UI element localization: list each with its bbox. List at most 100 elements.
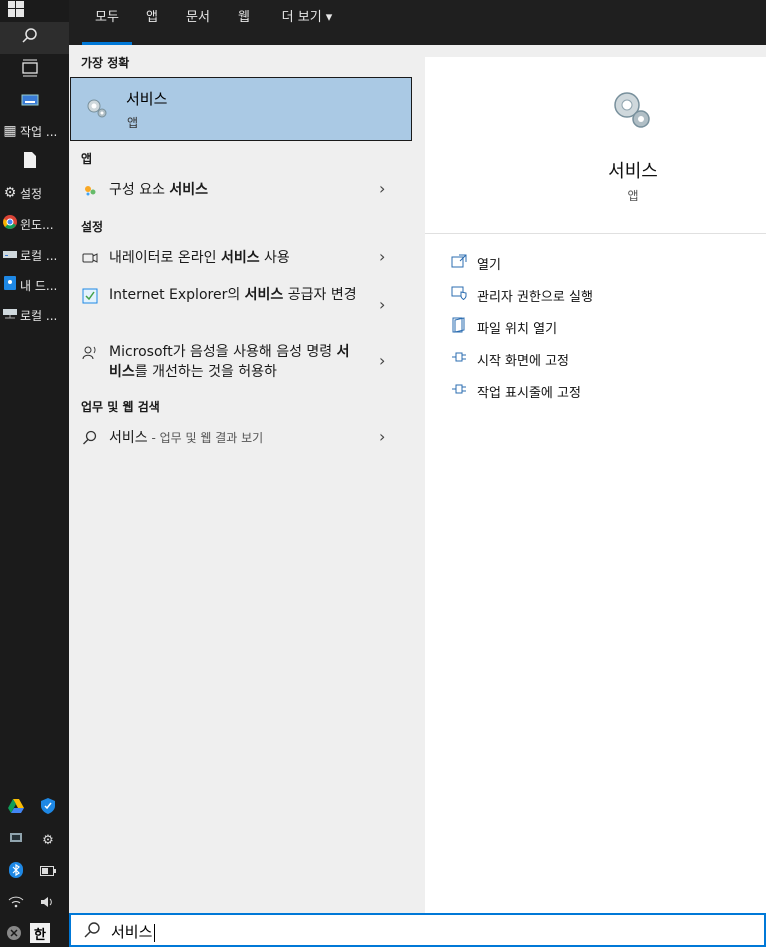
- services-large-icon: [610, 87, 654, 135]
- result-label: Microsoft가 음성을 사용해 음성 명령 서비스를 개선하는 것을 허용…: [109, 344, 350, 380]
- search-box[interactable]: 서비스: [69, 913, 766, 947]
- taskbar-item-local-drive-1[interactable]: 로컬 ...: [0, 239, 69, 271]
- taskbar-item-file[interactable]: [0, 146, 69, 178]
- detail-title: 서비스: [608, 161, 658, 182]
- action-label: 파일 위치 열기: [477, 321, 558, 337]
- chevron-right-icon: ›: [379, 247, 386, 266]
- windows-start-button[interactable]: [0, 0, 69, 22]
- start-search-window: ▦ 작업 ... ⚙ 설정 윈도... 로컬 ... 내 드... 로컬 ...…: [0, 0, 766, 947]
- action-label: 시작 화면에 고정: [477, 353, 569, 369]
- battery-icon: [40, 865, 56, 880]
- best-match-header: 가장 정확: [81, 56, 130, 70]
- speaker-icon: [40, 895, 56, 913]
- best-match-subtitle: 앱: [127, 116, 139, 130]
- result-label: 구성 요소 서비스: [109, 182, 209, 198]
- wifi-icon: [8, 895, 24, 913]
- gear-icon: ⚙: [3, 185, 17, 201]
- taskbar-item-my-drive[interactable]: 내 드...: [0, 269, 69, 301]
- network-drive-icon: [0, 307, 20, 323]
- services-icon: [85, 96, 109, 124]
- task-view-icon: [0, 59, 60, 81]
- tab-documents[interactable]: 문서: [181, 0, 215, 45]
- panel-gutter: [413, 45, 425, 913]
- gears-icon: ⚙: [42, 832, 54, 848]
- task-manager-icon: ▦: [3, 123, 17, 139]
- result-label: Internet Explorer의 서비스 공급자 변경: [109, 287, 357, 303]
- taskbar-item-task-manager[interactable]: ▦ 작업 ...: [0, 115, 69, 147]
- keyboard-icon: [0, 94, 60, 110]
- this-pc-icon: [0, 276, 20, 294]
- tab-more[interactable]: 더 보기 ▾: [275, 0, 339, 45]
- taskbar: ▦ 작업 ... ⚙ 설정 윈도... 로컬 ... 내 드... 로컬 ...…: [0, 0, 69, 947]
- tab-all[interactable]: 모두: [82, 0, 132, 45]
- tab-web[interactable]: 웹: [233, 0, 255, 45]
- action-open-file-location[interactable]: 파일 위치 열기: [449, 316, 557, 338]
- best-match-title: 서비스: [126, 90, 168, 108]
- display-tray[interactable]: [4, 828, 28, 852]
- result-speech-services[interactable]: Microsoft가 음성을 사용해 음성 명령 서비스를 개선하는 것을 허용…: [69, 339, 413, 387]
- chevron-right-icon: ›: [379, 351, 386, 370]
- action-label: 열기: [477, 257, 501, 273]
- narrator-icon: [81, 249, 99, 267]
- search-icon: [83, 921, 101, 943]
- action-run-as-admin[interactable]: 관리자 권한으로 실행: [449, 284, 593, 306]
- search-input[interactable]: 서비스: [111, 921, 156, 942]
- drive-icon: [0, 247, 20, 263]
- touch-keyboard-button[interactable]: [0, 86, 69, 118]
- settings-tray[interactable]: ⚙: [36, 828, 60, 852]
- result-ie-service-providers[interactable]: Internet Explorer의 서비스 공급자 변경 ›: [69, 283, 413, 331]
- chevron-right-icon: ›: [379, 427, 386, 446]
- tab-apps[interactable]: 앱: [140, 0, 164, 45]
- wifi-tray[interactable]: [4, 892, 28, 916]
- battery-tray[interactable]: [36, 860, 60, 884]
- text-caret: [154, 923, 156, 942]
- google-drive-tray[interactable]: [4, 796, 28, 820]
- close-tray[interactable]: [2, 923, 26, 947]
- chrome-icon: [0, 215, 20, 233]
- pin-icon: [449, 351, 469, 367]
- speech-icon: [81, 343, 99, 361]
- settings-header: 설정: [81, 220, 104, 234]
- chevron-right-icon: ›: [379, 295, 386, 314]
- search-icon: [81, 429, 99, 447]
- web-search-term: 서비스: [109, 430, 148, 446]
- windows-icon: [0, 1, 69, 21]
- bluetooth-tray[interactable]: [4, 860, 28, 884]
- volume-tray[interactable]: [36, 892, 60, 916]
- taskbar-item-chrome[interactable]: 윈도...: [0, 208, 69, 240]
- detail-panel: 서비스 앱 열기 관리자 권한으로 실행 파일 위치 열기 시작 화면에 고정: [425, 57, 766, 913]
- pin-icon: [449, 383, 469, 399]
- action-label: 관리자 권한으로 실행: [477, 289, 593, 305]
- close-circle-icon: [7, 926, 21, 944]
- action-open[interactable]: 열기: [449, 252, 501, 274]
- ime-label: 한: [34, 927, 46, 943]
- best-match-item[interactable]: 서비스 앱: [70, 77, 412, 141]
- search-icon: [0, 27, 60, 49]
- taskbar-item-label: 내 드...: [20, 278, 58, 293]
- taskbar-item-local-drive-2[interactable]: 로컬 ...: [0, 299, 69, 331]
- taskbar-search-button[interactable]: [0, 22, 69, 54]
- panel-gutter-top: [425, 45, 766, 57]
- action-pin-to-taskbar[interactable]: 작업 표시줄에 고정: [449, 380, 581, 402]
- open-icon: [449, 254, 469, 272]
- web-search-suffix: - 업무 및 웹 결과 보기: [147, 431, 264, 445]
- result-label: 내레이터로 온라인 서비스 사용: [109, 250, 290, 266]
- defender-tray[interactable]: [36, 796, 60, 820]
- result-component-services[interactable]: 구성 요소 서비스 ›: [69, 171, 413, 211]
- bluetooth-icon: [9, 862, 23, 882]
- task-view-button[interactable]: [0, 54, 69, 86]
- detail-subtitle: 앱: [627, 189, 639, 203]
- component-services-icon: [81, 181, 99, 199]
- result-narrator-online-services[interactable]: 내레이터로 온라인 서비스 사용 ›: [69, 239, 413, 279]
- results-panel: 가장 정확 서비스 앱 앱 구성 요소 서비스 › 설정 내레이터로 온라인 서…: [69, 45, 413, 913]
- result-label: 서비스 - 업무 및 웹 결과 보기: [109, 428, 359, 448]
- detail-divider: [425, 233, 766, 234]
- web-search-header: 업무 및 웹 검색: [81, 400, 160, 414]
- taskbar-item-label: 설정: [20, 186, 43, 201]
- action-label: 작업 표시줄에 고정: [477, 385, 581, 401]
- ie-settings-icon: [81, 287, 99, 305]
- ime-indicator[interactable]: 한: [30, 923, 50, 943]
- action-pin-to-start[interactable]: 시작 화면에 고정: [449, 348, 569, 370]
- result-web-search[interactable]: 서비스 - 업무 및 웹 결과 보기 ›: [69, 419, 413, 459]
- taskbar-item-settings[interactable]: ⚙ 설정: [0, 177, 69, 209]
